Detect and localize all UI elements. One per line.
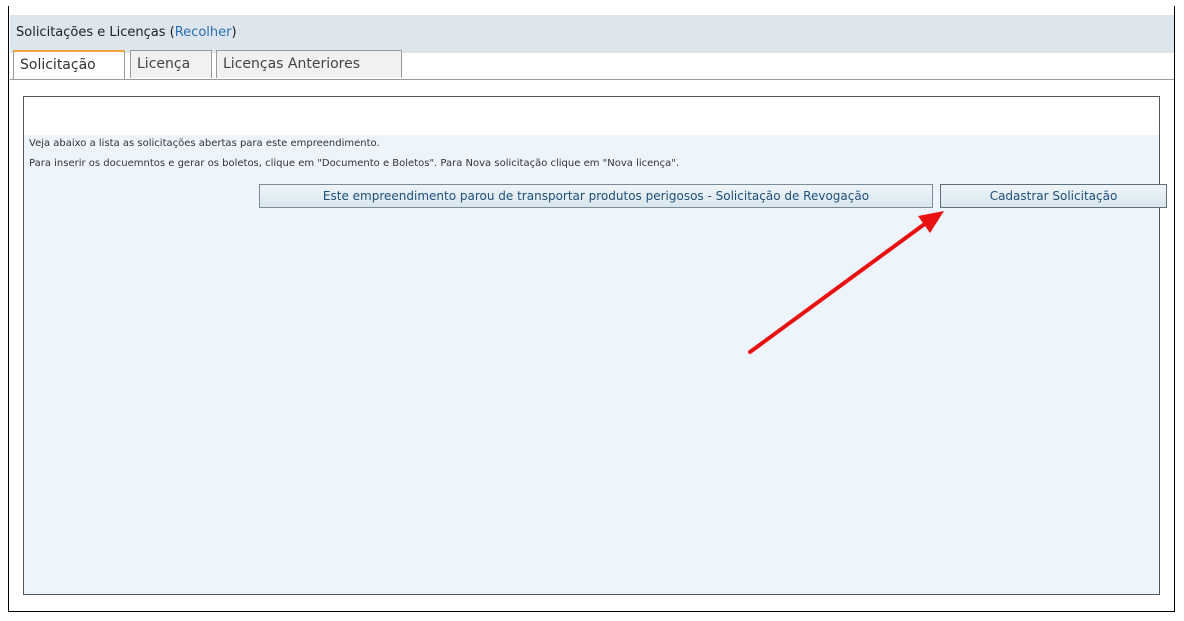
section-header: Solicitações e Licenças (Recolher) — [10, 15, 1174, 53]
info-text-2: Para inserir os docuemntos e gerar os bo… — [29, 158, 680, 169]
revoke-request-button[interactable]: Este empreendimento parou de transportar… — [259, 184, 933, 208]
tab-licencas-anteriores[interactable]: Licenças Anteriores — [216, 50, 402, 78]
licenses-section: Solicitações e Licenças (Recolher) Solic… — [8, 6, 1175, 612]
paren-close: ) — [231, 25, 237, 40]
info-text-1: Veja abaixo a lista as solicitações aber… — [29, 138, 380, 149]
collapse-link[interactable]: Recolher — [175, 25, 232, 40]
tab-solicitacao[interactable]: Solicitação — [13, 50, 125, 80]
section-title: Solicitações e Licenças — [16, 25, 166, 40]
register-request-button[interactable]: Cadastrar Solicitação — [940, 184, 1167, 208]
panel-top-strip — [24, 97, 1159, 135]
solicitation-panel: Veja abaixo a lista as solicitações aber… — [23, 96, 1167, 595]
tab-licenca[interactable]: Licença — [130, 50, 212, 78]
tab-divider — [10, 79, 1174, 80]
